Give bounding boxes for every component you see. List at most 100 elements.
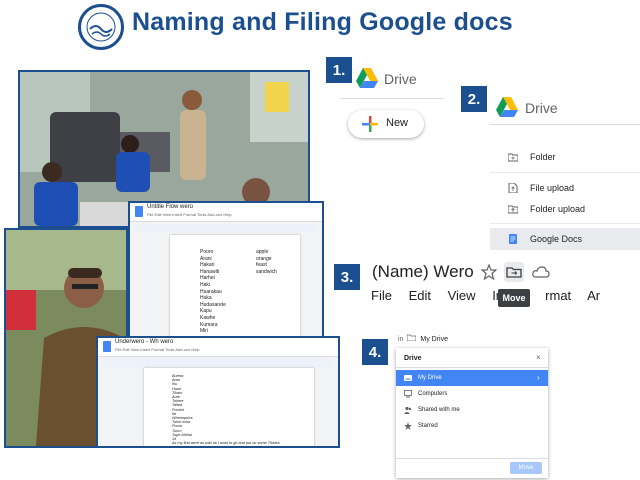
menu-item-folder-upload[interactable]: Folder upload <box>490 198 640 220</box>
drive-title: Drive <box>384 71 417 87</box>
doc-line: Kumara <box>200 321 218 328</box>
doc-line: apple <box>256 249 269 255</box>
chevron-right-icon: › <box>537 373 540 382</box>
doc-line: Miri <box>200 328 209 335</box>
doc-line: sandwich <box>256 268 277 275</box>
breadcrumb-in: in <box>398 336 404 343</box>
divider <box>396 367 548 368</box>
divider <box>490 124 640 125</box>
shared-icon <box>404 406 412 414</box>
dialog-item-computers[interactable]: Computers <box>396 386 548 402</box>
move-dialog: Drive × My Drive › Computers Shared with… <box>396 348 548 478</box>
divider <box>490 223 640 224</box>
step-2-badge: 2. <box>461 86 487 112</box>
star-icon <box>404 422 412 430</box>
folder-icon <box>407 334 417 342</box>
new-button-label: New <box>386 117 409 129</box>
drive-logo-icon <box>356 68 378 88</box>
menu-file[interactable]: File <box>371 288 392 303</box>
doc-line: Hudasarete <box>200 301 226 308</box>
dialog-item-shared[interactable]: Shared with me <box>396 402 548 418</box>
doc-word-list: Pooro Arani Hakari Hanawiti Harhei Haki Huarak… <box>200 249 226 335</box>
star-icon[interactable] <box>481 264 497 280</box>
move-folder-icon <box>506 267 522 278</box>
dialog-title: Drive <box>404 355 422 362</box>
divider <box>490 172 640 173</box>
dialog-header: Drive × <box>396 350 548 366</box>
step-1-badge: 1. <box>326 57 352 83</box>
divider <box>396 458 548 459</box>
school-logo <box>78 4 124 50</box>
doc-title[interactable]: (Name) Wero <box>372 262 474 282</box>
docs-icon <box>135 206 143 217</box>
menu-item-label: File upload <box>530 183 575 193</box>
docs-icon <box>103 341 111 352</box>
dialog-item-my-drive[interactable]: My Drive › <box>396 370 548 386</box>
move-dialog-button[interactable]: Move <box>510 462 542 474</box>
doc-line: As my first were as wild as I want to go… <box>172 441 281 446</box>
doc-line: Kapu <box>200 308 212 315</box>
school-logo-icon <box>86 12 116 42</box>
doc-name: Untitle Flow wero <box>147 204 194 210</box>
cloud-status-icon[interactable] <box>532 265 550 279</box>
doc-titlebar: Underwero - Wh wero File Edit View Inser… <box>98 338 338 357</box>
plus-icon <box>362 116 378 132</box>
dialog-item-label: My Drive <box>418 375 442 381</box>
my-drive-icon <box>404 375 412 381</box>
divider <box>340 98 444 99</box>
move-button[interactable] <box>504 262 524 282</box>
doc-line: orange <box>256 255 272 262</box>
folder-upload-icon <box>508 205 518 214</box>
doc-page: Pooro Arani Hakari Hanawiti Harhei Haki Huarak… <box>170 235 300 341</box>
doc-page: Burera Aran Ihu Hauri Tikato Aute Tokere Taitea… <box>144 368 314 446</box>
menu-item-folder[interactable]: Folder <box>490 146 640 168</box>
menu-item-file-upload[interactable]: File upload <box>490 177 640 199</box>
move-tooltip: Move <box>498 289 530 307</box>
doc-line: Hakari <box>200 262 215 269</box>
breadcrumb-location[interactable]: My Drive <box>420 336 448 343</box>
doc-line: Huka <box>200 295 212 302</box>
new-folder-icon <box>508 153 518 162</box>
dialog-item-label: Starred <box>418 423 438 429</box>
doc-line: Hanawiti <box>200 268 220 275</box>
doc-line: Pooro <box>200 249 214 255</box>
doc-line: Kawhe <box>200 314 216 321</box>
doc-line: Harhei <box>200 275 215 282</box>
dialog-item-label: Shared with me <box>418 407 460 413</box>
dialog-item-label: Computers <box>418 391 448 397</box>
menu-format[interactable]: rmat <box>545 288 571 303</box>
close-icon[interactable]: × <box>536 353 541 362</box>
menu-item-google-docs[interactable]: Google Docs <box>490 228 640 250</box>
doc-translation-list: apple orange feast sandwich <box>256 249 277 275</box>
doc-line: feast <box>256 262 267 269</box>
doc-line: Huarakau <box>200 288 222 295</box>
step-3-badge: 3. <box>334 264 360 290</box>
doc-menu: File Edit View Insert Format Tools Add-o… <box>147 212 232 217</box>
menu-view[interactable]: View <box>448 288 476 303</box>
doc-text-lines: Burera Aran Ihu Hauri Tikato Aute Tokere Taitea… <box>172 374 281 445</box>
computers-icon <box>404 390 412 398</box>
doc-titlebar: Untitle Flow wero File Edit View Insert … <box>130 203 322 222</box>
menu-item-label: Folder upload <box>530 204 586 214</box>
doc-toolbar <box>134 224 318 232</box>
page-title: Naming and Filing Google docs <box>132 8 513 36</box>
step-4-badge: 4. <box>362 339 388 365</box>
doc-menu-bar: File Edit View Ins rmat Ar <box>371 288 613 303</box>
menu-item-label: Folder <box>530 152 556 162</box>
doc-line: Arani <box>200 255 212 262</box>
menu-edit[interactable]: Edit <box>409 288 431 303</box>
file-upload-icon <box>508 183 518 193</box>
new-button[interactable]: New <box>348 110 424 138</box>
doc-screenshot-story: Underwero - Wh wero File Edit View Inser… <box>96 336 340 448</box>
doc-screenshot-vocabulary: Untitle Flow wero File Edit View Insert … <box>128 201 324 343</box>
dialog-item-starred[interactable]: Starred <box>396 418 548 434</box>
doc-name: Underwero - Wh wero <box>115 339 174 345</box>
menu-item-label: Google Docs <box>530 234 583 244</box>
drive-title: Drive <box>525 100 558 116</box>
drive-logo-icon <box>496 97 518 117</box>
google-docs-icon <box>509 234 517 244</box>
doc-toolbar <box>102 359 334 367</box>
menu-add-ons[interactable]: Ar <box>587 288 600 303</box>
doc-menu: File Edit View Insert Format Tools Add-o… <box>115 347 200 352</box>
doc-line: Haki <box>200 281 211 288</box>
